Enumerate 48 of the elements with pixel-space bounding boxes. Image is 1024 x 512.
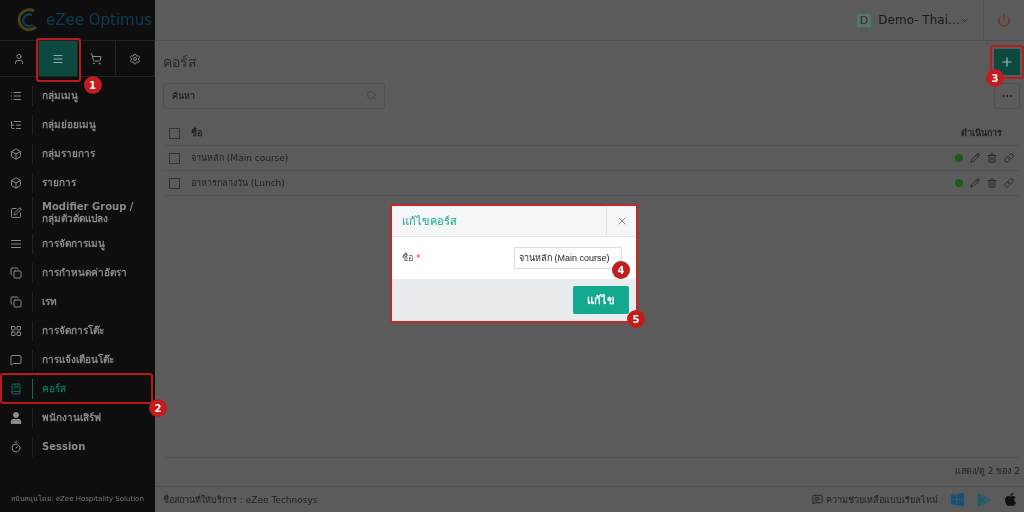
delete-icon[interactable] [987,153,997,163]
power-icon[interactable] [997,13,1011,27]
link-icon[interactable] [1004,153,1014,163]
column-header: ชื่อ [191,126,203,140]
plus-icon [1000,55,1014,69]
grid-icon [10,324,22,337]
message-icon [10,353,22,366]
checkbox[interactable] [169,177,180,189]
more-button[interactable] [994,83,1020,109]
list-icon [10,89,22,102]
apple-icon[interactable] [1003,492,1018,507]
step-badge: 2 [149,399,167,417]
edit-icon[interactable] [970,178,980,188]
menu-icon [10,237,22,250]
dialog-title: แก้ไขคอร์ส [401,214,457,230]
search-field[interactable]: ค้นหา [163,83,385,109]
checkbox[interactable] [169,127,180,139]
edit-icon [10,207,22,219]
link-icon[interactable] [1004,178,1014,188]
chat-icon [812,494,823,505]
edit-icon[interactable] [970,153,980,163]
step-badge: 3 [986,69,1004,87]
cube-icon [10,176,22,189]
delete-icon[interactable] [987,178,997,188]
save-button[interactable]: แก้ไข [573,286,629,314]
checkbox[interactable] [169,152,180,164]
field-label: ชื่อ * [402,251,421,265]
copy-icon [10,266,22,279]
play-icon[interactable] [977,492,991,507]
step-badge: 1 [83,76,102,94]
menu-icon [51,52,64,65]
timer-icon [10,440,22,453]
cube-icon [10,147,22,160]
highlight-frame [35,38,81,82]
property-badge: D [855,12,873,28]
column-header: ดำเนินการ [960,127,1003,140]
book-icon [10,382,22,395]
settings-icon [129,52,142,65]
add-button[interactable] [994,49,1020,75]
logo-text: eZee Optimus [46,11,153,29]
person-icon [10,411,22,424]
user-icon [12,52,25,65]
windows-icon[interactable] [950,492,965,507]
sidebar-tab[interactable] [38,41,78,76]
copy-icon [10,295,22,308]
cart-icon [90,52,103,65]
list-icon [10,118,22,131]
step-badge: 4 [612,261,630,279]
